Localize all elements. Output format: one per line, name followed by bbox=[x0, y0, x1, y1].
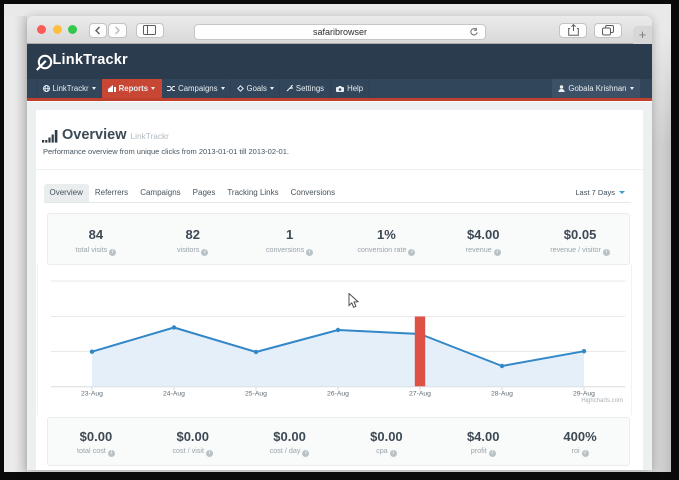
svg-text:24-Aug: 24-Aug bbox=[163, 391, 185, 398]
svg-text:27-Aug: 27-Aug bbox=[409, 391, 431, 398]
svg-text:Highcharts.com: Highcharts.com bbox=[581, 398, 623, 404]
svg-text:23-Aug: 23-Aug bbox=[81, 391, 103, 398]
svg-text:25-Aug: 25-Aug bbox=[245, 391, 267, 398]
svg-text:29-Aug: 29-Aug bbox=[573, 391, 595, 398]
svg-text:26-Aug: 26-Aug bbox=[327, 391, 349, 398]
svg-text:28-Aug: 28-Aug bbox=[491, 391, 513, 398]
